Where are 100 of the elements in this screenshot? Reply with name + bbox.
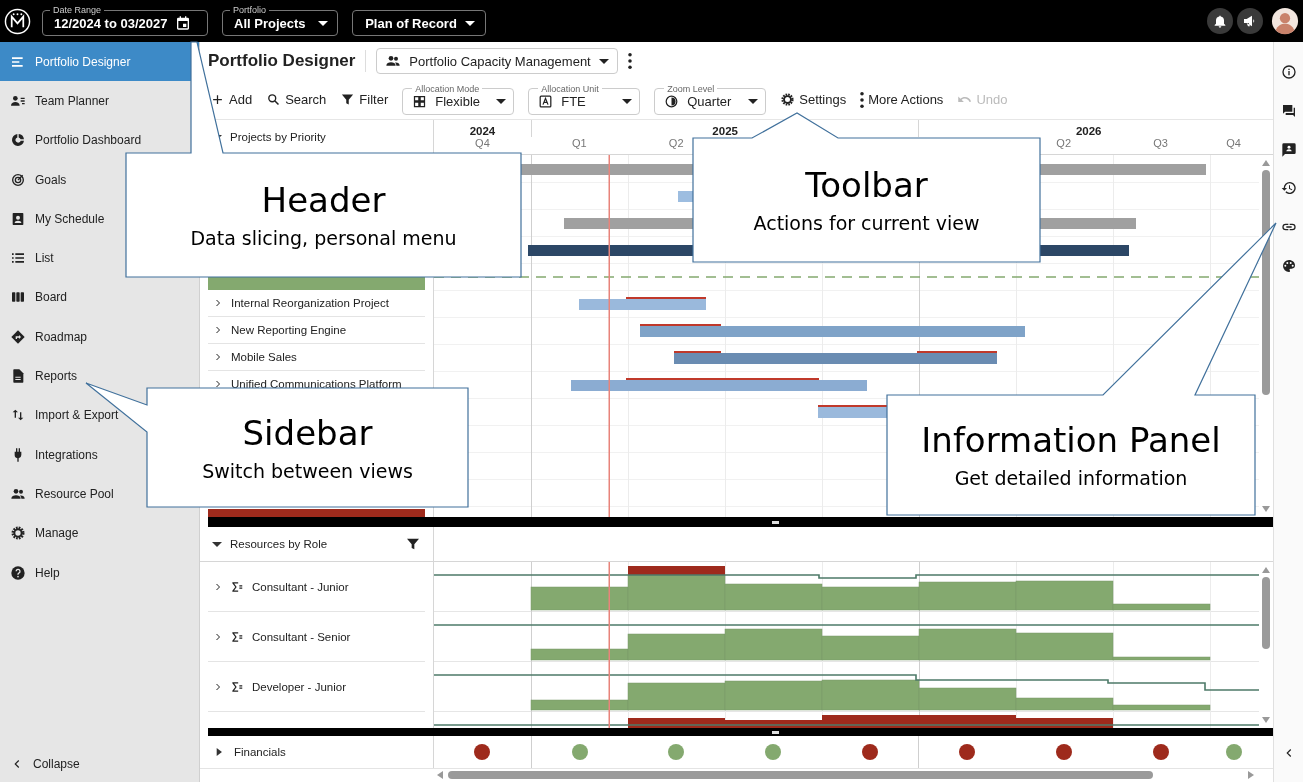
status-dot[interactable] xyxy=(861,744,878,760)
scroll-up-icon[interactable] xyxy=(1260,159,1271,167)
scroll-thumb[interactable] xyxy=(1261,170,1270,395)
date-range-field[interactable]: Date Range 12/2024 to 03/2027 xyxy=(42,3,208,36)
caret-icon xyxy=(496,99,507,104)
sidebar-item[interactable]: Team Planner xyxy=(0,92,110,109)
sigma-icon xyxy=(230,579,244,594)
document-icon xyxy=(10,368,26,384)
status-dot[interactable] xyxy=(1225,744,1242,760)
section-heading: Projects by Priority xyxy=(230,131,326,143)
quarter-label: Q2 xyxy=(668,137,684,150)
plus-icon xyxy=(210,92,225,107)
year-label: 2025 xyxy=(712,125,738,137)
toolbar-button[interactable]: More Actions xyxy=(860,91,944,108)
sidebar-item[interactable]: Help xyxy=(0,564,60,581)
portfolio-select[interactable]: Portfolio All Projects xyxy=(222,3,338,36)
avatar[interactable] xyxy=(1271,7,1299,35)
toolbar-button[interactable]: Settings xyxy=(780,92,847,107)
project-name[interactable]: Internal Reorganization Project xyxy=(231,297,389,309)
field-label: Allocation Mode xyxy=(412,84,483,94)
scroll-thumb[interactable] xyxy=(1261,577,1270,649)
toolbar-button[interactable]: Search xyxy=(266,92,327,107)
info-icon xyxy=(1280,64,1297,81)
project-name[interactable]: Mobile Sales xyxy=(231,351,297,363)
quarter-label: Q3 xyxy=(1153,137,1168,150)
status-dot[interactable] xyxy=(668,744,685,760)
sidebar-item[interactable]: Goals xyxy=(0,171,67,188)
field-value: Flexible xyxy=(435,94,482,109)
logo-icon xyxy=(4,7,31,35)
toolbar-button[interactable]: Filter xyxy=(340,92,389,107)
settings-icon xyxy=(10,525,26,542)
scroll-down-icon[interactable] xyxy=(1260,716,1271,724)
splitter-handle[interactable] xyxy=(772,520,779,524)
field-value: FTE xyxy=(561,94,587,109)
callout-text: Actions for current view xyxy=(753,211,980,235)
field-value: Quarter xyxy=(687,94,733,109)
role-name[interactable]: Developer - Junior xyxy=(252,680,346,693)
project-name[interactable]: Unified Communications Platform xyxy=(231,378,402,390)
callout-text: Get detailed information xyxy=(954,466,1188,490)
sidebar-item[interactable]: Integrations xyxy=(0,446,98,463)
sigma-icon xyxy=(230,679,244,694)
caret-icon xyxy=(464,20,475,26)
status-dot[interactable] xyxy=(474,744,491,760)
section-heading: Financials xyxy=(234,746,286,758)
toolbar-select[interactable]: Allocation Mode Flexible xyxy=(402,82,515,115)
sidebar-item[interactable]: Portfolio Dashboard xyxy=(0,132,142,149)
collapse-button[interactable]: Collapse xyxy=(0,756,199,772)
sidebar-item[interactable]: Manage xyxy=(0,525,79,542)
help-icon xyxy=(10,564,26,581)
quarter-label: Q2 xyxy=(1056,137,1072,150)
search-icon xyxy=(266,92,282,107)
scroll-up-icon[interactable] xyxy=(1260,566,1271,574)
sidebar-item[interactable]: Portfolio Designer xyxy=(0,53,131,70)
callout-title: Information Panel xyxy=(921,420,1221,460)
scroll-down-icon[interactable] xyxy=(1260,505,1271,513)
sidebar-item[interactable]: Reports xyxy=(0,368,78,384)
scroll-thumb[interactable] xyxy=(448,771,1153,779)
page-title: Portfolio Designer xyxy=(208,51,356,71)
toolbar-select[interactable]: Allocation Unit FTE xyxy=(528,82,641,115)
scroll-right-icon[interactable] xyxy=(1247,770,1255,780)
status-dot[interactable] xyxy=(571,744,588,760)
project-name[interactable]: New Reporting Engine xyxy=(231,324,347,336)
year-label: 2024 xyxy=(469,125,496,137)
view-select[interactable]: Portfolio Capacity Management xyxy=(376,48,618,74)
status-dot[interactable] xyxy=(1152,744,1169,760)
letter-box-icon xyxy=(538,94,554,109)
field-value: 12/2024 to 03/2027 xyxy=(54,15,168,31)
diamond-icon xyxy=(10,328,26,345)
status-dot[interactable] xyxy=(765,744,782,760)
field-label: Date Range xyxy=(50,5,105,15)
sidebar-item[interactable]: My Schedule xyxy=(0,210,105,227)
quarter-label: Q4 xyxy=(475,137,490,150)
field-label: Portfolio xyxy=(230,5,270,15)
splitter-handle[interactable] xyxy=(772,730,779,734)
sidebar-item[interactable]: List xyxy=(0,250,54,267)
toolbar-select[interactable]: Zoom Level Quarter xyxy=(654,82,767,115)
contrast-icon xyxy=(664,94,680,109)
sidebar-item[interactable]: Board xyxy=(0,289,68,306)
quarter-label: Q4 xyxy=(1226,137,1241,150)
sidebar-item[interactable]: Resource Pool xyxy=(0,485,114,502)
announcements-button[interactable] xyxy=(1237,8,1263,34)
role-name[interactable]: Consultant - Junior xyxy=(252,580,349,593)
more-button[interactable] xyxy=(627,53,632,69)
scroll-left-icon[interactable] xyxy=(436,770,444,780)
scenario-select[interactable]: Plan of Record xyxy=(352,3,486,36)
field-label: Zoom Level xyxy=(664,84,718,94)
sidebar-item[interactable]: Roadmap xyxy=(0,328,88,345)
palette-icon xyxy=(1280,257,1297,274)
caret-icon xyxy=(318,20,328,26)
message-person-icon xyxy=(1280,141,1297,158)
history-icon xyxy=(1280,180,1297,197)
people-icon xyxy=(385,53,402,69)
status-dot[interactable] xyxy=(1055,744,1072,760)
role-name[interactable]: Consultant - Senior xyxy=(252,630,351,643)
status-dot[interactable] xyxy=(959,744,976,760)
callout-title: Header xyxy=(261,180,386,220)
grid-icon xyxy=(412,94,428,109)
callout-title: Sidebar xyxy=(242,412,373,453)
year-label: 2026 xyxy=(1075,125,1102,137)
notifications-button[interactable] xyxy=(1207,8,1233,34)
